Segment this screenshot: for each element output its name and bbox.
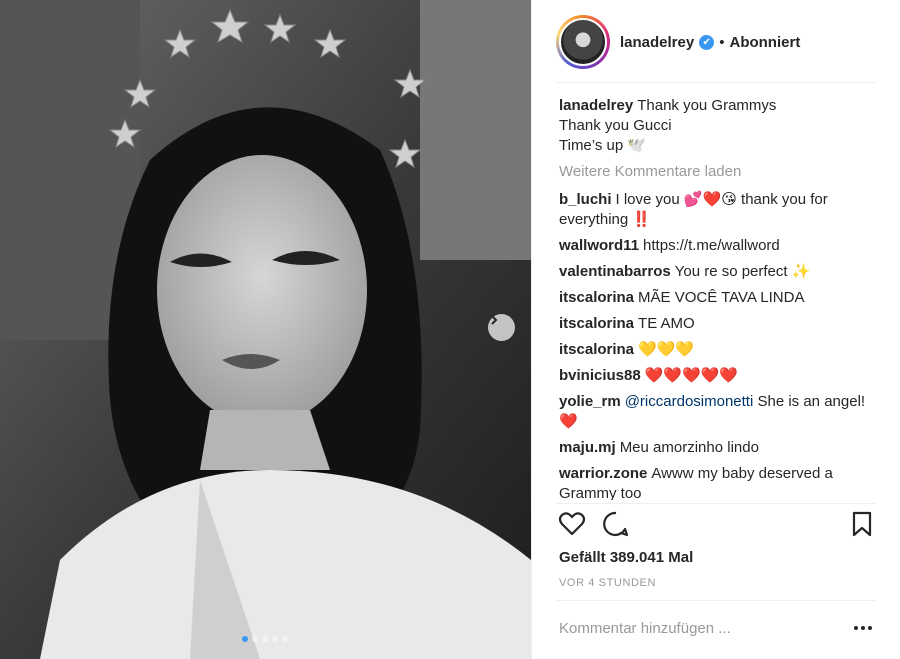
caption-line: Time’s up 🕊️ — [559, 137, 647, 154]
comment-text: MÃE VOCÊ TAVA LINDA — [638, 289, 805, 306]
divider — [556, 600, 876, 601]
dot — [861, 626, 865, 630]
avatar-image — [559, 18, 607, 66]
caption-line: Thank you Grammys — [637, 97, 777, 114]
comment-item: itscalorina 💛💛💛 — [559, 340, 879, 360]
post-photo[interactable] — [0, 0, 531, 659]
carousel-dot — [262, 636, 268, 642]
comment-icon[interactable] — [602, 510, 630, 538]
next-photo-button[interactable] — [488, 314, 515, 341]
comment-text: TE AMO — [638, 315, 695, 332]
comment-username[interactable]: maju.mj — [559, 439, 616, 456]
header-separator: • — [719, 33, 725, 51]
comment-username[interactable]: wallword11 — [559, 237, 639, 254]
comment-text: 💛💛💛 — [638, 341, 695, 358]
load-more-comments-link[interactable]: Weitere Kommentare laden — [559, 162, 879, 182]
carousel-dot — [272, 636, 278, 642]
comment-item: wallword11 https://t.me/wallword — [559, 236, 879, 256]
comment-item: b_luchi I love you 💕❤️😘 thank you for eve… — [559, 190, 879, 230]
comments-list[interactable]: lanadelrey Thank you Grammys Thank you Gu… — [559, 96, 879, 500]
comment-username[interactable]: bvinicius88 — [559, 367, 641, 384]
portrait-image — [0, 0, 531, 659]
comment-item: bvinicius88 ❤️❤️❤️❤️❤️ — [559, 366, 879, 386]
comment-username[interactable]: yolie_rm — [559, 393, 621, 410]
comment-mention-link[interactable]: @riccardosimonetti — [625, 393, 754, 410]
carousel-dot — [252, 636, 258, 642]
dot — [854, 626, 858, 630]
comment-item: warrior.zone Awww my baby deserved a Gram… — [559, 464, 879, 500]
carousel-dot — [282, 636, 288, 642]
carousel-dot — [242, 636, 248, 642]
comment-text: You re so perfect ✨ — [674, 263, 811, 280]
comment-item: itscalorina TE AMO — [559, 314, 879, 334]
dot — [868, 626, 872, 630]
chevron-right-icon — [491, 315, 498, 325]
divider — [556, 503, 876, 504]
carousel-indicator — [242, 636, 288, 642]
post-actions — [556, 510, 876, 540]
comment-username[interactable]: valentinabarros — [559, 263, 671, 280]
avatar[interactable] — [556, 15, 610, 69]
caption: lanadelrey Thank you Grammys Thank you Gu… — [559, 96, 879, 156]
comment-username[interactable]: warrior.zone — [559, 465, 647, 482]
heart-icon[interactable] — [558, 510, 586, 538]
comment-item: itscalorina MÃE VOCÊ TAVA LINDA — [559, 288, 879, 308]
comment-item: yolie_rm @riccardosimonetti She is an ang… — [559, 392, 879, 432]
header-username[interactable]: lanadelrey — [620, 34, 694, 51]
comment-username[interactable]: itscalorina — [559, 315, 634, 332]
caption-line: Thank you Gucci — [559, 117, 672, 134]
like-count[interactable]: Gefällt 389.041 Mal — [559, 549, 693, 566]
comment-username[interactable]: itscalorina — [559, 341, 634, 358]
post-timestamp[interactable]: VOR 4 STUNDEN — [559, 577, 656, 589]
comment-item: maju.mj Meu amorzinho lindo — [559, 438, 879, 458]
more-options-icon[interactable] — [854, 626, 872, 630]
comment-username[interactable]: itscalorina — [559, 289, 634, 306]
comment-username[interactable]: b_luchi — [559, 191, 612, 208]
add-comment-input[interactable]: Kommentar hinzufügen ... — [559, 620, 809, 637]
comment-text: https://t.me/wallword — [643, 237, 780, 254]
comment-text: Meu amorzinho lindo — [619, 439, 759, 456]
post-sidebar: lanadelrey ✔ • Abonniert lanadelrey Thank… — [531, 0, 900, 659]
post-header: lanadelrey ✔ • Abonniert — [556, 14, 876, 70]
divider — [556, 82, 876, 83]
bookmark-icon[interactable] — [850, 510, 874, 538]
comment-text: ❤️❤️❤️❤️❤️ — [644, 367, 739, 384]
caption-username[interactable]: lanadelrey — [559, 97, 633, 114]
comment-item: valentinabarros You re so perfect ✨ — [559, 262, 879, 282]
verified-badge-icon: ✔ — [699, 34, 715, 50]
follow-status-button[interactable]: Abonniert — [729, 34, 800, 51]
